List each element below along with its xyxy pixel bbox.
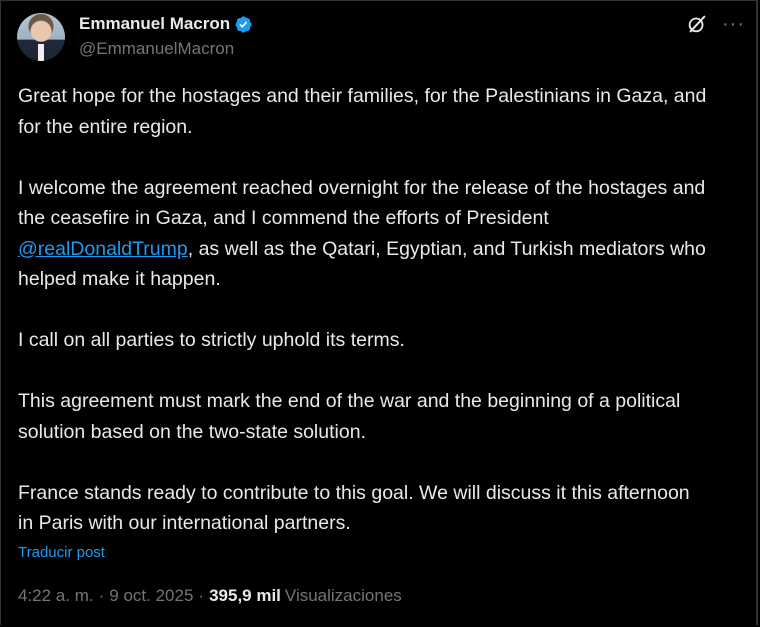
header-actions: ··· bbox=[686, 13, 745, 35]
mention-link[interactable]: @realDonaldTrump bbox=[18, 238, 188, 260]
author-handle[interactable]: @EmmanuelMacron bbox=[79, 39, 253, 59]
verified-badge-icon[interactable] bbox=[234, 15, 253, 34]
post-meta: 4:22 a. m. · 9 oct. 2025 · 395,9 mil Vis… bbox=[18, 586, 402, 606]
post-date[interactable]: 9 oct. 2025 bbox=[109, 586, 193, 606]
author-display-name[interactable]: Emmanuel Macron bbox=[79, 14, 230, 34]
views-label: Visualizaciones bbox=[284, 586, 402, 605]
post-paragraph: This agreement must mark the end of the … bbox=[18, 390, 681, 443]
post-container: Emmanuel Macron @EmmanuelMacron ··· Grea… bbox=[0, 0, 758, 625]
avatar[interactable] bbox=[17, 13, 65, 61]
more-options-icon[interactable]: ··· bbox=[722, 13, 745, 35]
name-row: Emmanuel Macron bbox=[79, 13, 253, 35]
views-count: 395,9 mil bbox=[209, 586, 281, 605]
meta-separator: · bbox=[98, 586, 105, 605]
grok-icon[interactable] bbox=[686, 13, 708, 35]
post-text: Great hope for the hostages and their fa… bbox=[18, 81, 708, 569]
post-header: Emmanuel Macron @EmmanuelMacron ··· bbox=[17, 13, 745, 63]
translate-post-link[interactable]: Traducir post bbox=[18, 544, 105, 561]
avatar-detail bbox=[38, 44, 44, 61]
post-paragraph: France stands ready to contribute to thi… bbox=[18, 481, 690, 535]
post-paragraph: I welcome the agreement reached overnigh… bbox=[18, 173, 708, 295]
post-time[interactable]: 4:22 a. m. bbox=[18, 586, 94, 606]
paragraph-text: I welcome the agreement reached overnigh… bbox=[18, 176, 706, 230]
author-info: Emmanuel Macron @EmmanuelMacron bbox=[79, 13, 253, 59]
post-paragraph: Great hope for the hostages and their fa… bbox=[18, 85, 707, 138]
post-paragraph: I call on all parties to strictly uphold… bbox=[18, 329, 405, 351]
meta-separator: · bbox=[198, 586, 205, 605]
